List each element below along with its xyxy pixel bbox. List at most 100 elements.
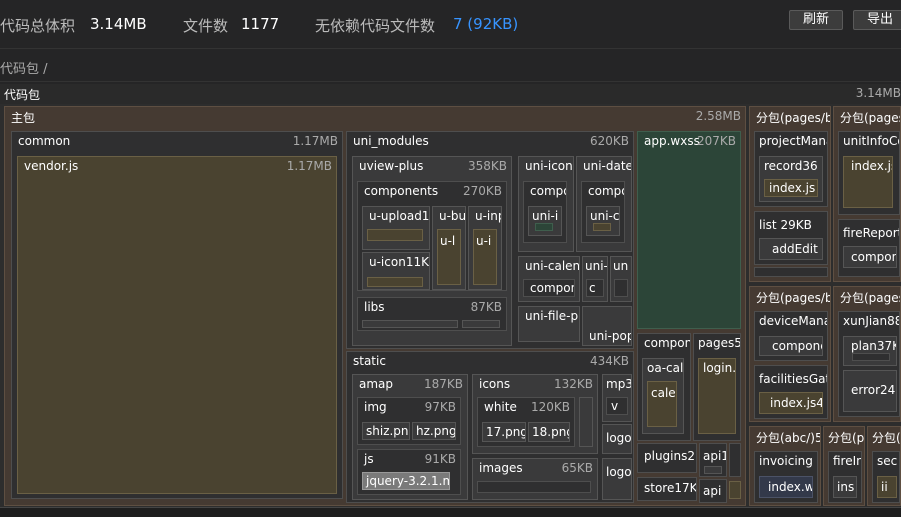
node-uview-plus[interactable]: uview-plus 358KB components 270KB u-uplo… bbox=[352, 156, 512, 346]
node-uni-sm2-child[interactable] bbox=[614, 279, 628, 297]
node-uni-icons-compo[interactable]: compo uni-i bbox=[523, 181, 567, 243]
node-white[interactable]: white 120KB 17.png 18.png bbox=[477, 397, 575, 447]
node-u-i[interactable]: u-i bbox=[473, 229, 497, 285]
node-fire-in-ins[interactable]: ins bbox=[833, 476, 857, 498]
node-uni-sm1[interactable]: uni- c bbox=[582, 256, 608, 302]
node-libs-child2[interactable] bbox=[462, 320, 500, 328]
node-libs-child1[interactable] bbox=[362, 320, 458, 328]
node-api-1[interactable]: api1 bbox=[699, 443, 727, 477]
node-uni-icons-i[interactable]: uni-i bbox=[528, 206, 562, 236]
node-subpackage-6[interactable]: 分包(pa fireIn ins bbox=[823, 426, 865, 506]
node-fire-in[interactable]: fireIn ins bbox=[828, 451, 862, 503]
node-device-mana-compone[interactable]: compone bbox=[759, 336, 823, 356]
node-uni-icons[interactable]: uni-icons compo uni-i bbox=[518, 156, 574, 252]
node-app-wxss[interactable]: app.wxss 207KB bbox=[637, 131, 741, 329]
node-subpackage-3[interactable]: 分包(pages/bu deviceMana compone facilitie… bbox=[749, 286, 831, 422]
node-project-mana[interactable]: projectMana record36 index.js bbox=[754, 131, 828, 207]
node-uni-pop[interactable]: uni-pop bbox=[582, 306, 632, 346]
node-pages[interactable]: pages55 login. bbox=[693, 333, 741, 441]
node-icons[interactable]: icons 132KB white 120KB 17.png 18.png bbox=[472, 374, 598, 454]
node-subpackage-5[interactable]: 分包(abc/)5 invoicing index.w bbox=[749, 426, 821, 506]
node-record-index[interactable]: index.js bbox=[764, 179, 818, 197]
node-u-icon-child[interactable] bbox=[367, 277, 423, 287]
refresh-button[interactable]: 刷新 bbox=[789, 10, 843, 30]
node-unit-info-index[interactable]: index.js bbox=[843, 156, 893, 208]
node-sec[interactable]: sec ii bbox=[872, 451, 900, 503]
node-unit-info[interactable]: unitInfoCo index.js bbox=[838, 131, 900, 215]
node-api-1-child[interactable] bbox=[704, 466, 722, 474]
node-u-l[interactable]: u-l bbox=[437, 229, 461, 285]
node-uni-datet-compo[interactable]: compo uni-c bbox=[581, 181, 625, 243]
node-main-package[interactable]: 主包 2.58MB common 1.17MB vendor.js 1.17MB… bbox=[4, 106, 746, 506]
node-uni-datet-leaf[interactable] bbox=[593, 223, 611, 231]
node-store[interactable]: store17KB bbox=[637, 477, 697, 501]
node-components[interactable]: components 270KB u-upload13 u-bu u-l u-i… bbox=[357, 181, 507, 291]
node-icons-small[interactable] bbox=[579, 397, 593, 447]
node-facilities-index[interactable]: index.js49 bbox=[759, 392, 823, 414]
node-uni-datet[interactable]: uni-datet compo uni-c bbox=[576, 156, 632, 252]
node-logo-2[interactable]: logo bbox=[602, 458, 632, 500]
node-list[interactable]: list 29KB addEdit bbox=[754, 211, 828, 265]
node-login[interactable]: login. bbox=[698, 358, 736, 434]
node-subpackage-2[interactable]: 分包(pages/ unitInfoCo index.js fireReport… bbox=[833, 106, 901, 282]
node-uni-file-picker[interactable]: uni-file-pic bbox=[518, 306, 580, 342]
node-xun-jian[interactable]: xunJian88 plan37K error24 bbox=[838, 311, 900, 417]
node-amap[interactable]: amap 187KB img 97KB shiz.pnc hz.png js 9… bbox=[352, 374, 468, 500]
node-facilities[interactable]: facilitiesGat index.js49 bbox=[754, 365, 828, 419]
node-u-bu[interactable]: u-bu u-l bbox=[432, 206, 466, 290]
node-u-upload-child[interactable] bbox=[367, 229, 423, 241]
node-fire-report[interactable]: fireReport compon bbox=[838, 219, 900, 277]
node-uni-icons-leaf[interactable] bbox=[535, 223, 553, 231]
node-error[interactable]: error24 bbox=[843, 370, 897, 412]
node-plan-child[interactable] bbox=[852, 353, 890, 361]
node-fire-report-compon[interactable]: compon bbox=[843, 246, 897, 268]
node-mp3-v[interactable]: v bbox=[606, 397, 628, 415]
node-subpackage-4[interactable]: 分包(pages/ xunJian88 plan37K error24 bbox=[833, 286, 901, 422]
export-button[interactable]: 导出 bbox=[853, 10, 901, 30]
node-uni-calend-compo[interactable]: compon bbox=[523, 279, 575, 297]
node-uni-sm2[interactable]: un bbox=[610, 256, 632, 302]
node-jquery[interactable]: jquery-3.2.1.mi bbox=[362, 472, 450, 490]
node-logo-1[interactable]: logo bbox=[602, 424, 632, 454]
node-record[interactable]: record36 index.js bbox=[759, 156, 823, 202]
node-uni-sm1-c[interactable]: c bbox=[586, 279, 604, 297]
node-subpackage-7[interactable]: 分包( sec ii bbox=[867, 426, 901, 506]
node-compone[interactable]: compone oa-cale caler bbox=[637, 333, 691, 441]
node-plugins[interactable]: plugins21 bbox=[637, 443, 697, 473]
node-invoicing[interactable]: invoicing index.w bbox=[754, 451, 818, 503]
node-images-child[interactable] bbox=[477, 481, 591, 493]
node-js[interactable]: js 91KB jquery-3.2.1.mi bbox=[357, 449, 461, 495]
node-caler[interactable]: caler bbox=[647, 381, 677, 427]
node-img[interactable]: img 97KB shiz.pnc hz.png bbox=[357, 397, 461, 445]
node-api-small[interactable] bbox=[729, 443, 741, 477]
node-uni-calend[interactable]: uni-calend compon bbox=[518, 256, 580, 302]
node-18-png[interactable]: 18.png bbox=[528, 422, 570, 442]
node-device-mana[interactable]: deviceMana compone bbox=[754, 311, 828, 361]
node-vendor-js[interactable]: vendor.js 1.17MB bbox=[17, 156, 337, 494]
node-images[interactable]: images 65KB bbox=[472, 458, 598, 500]
node-subpackage-1[interactable]: 分包(pages/bu projectMana record36 index.j… bbox=[749, 106, 831, 282]
node-u-inp[interactable]: u-inp u-i bbox=[468, 206, 502, 290]
node-u-upload[interactable]: u-upload13 bbox=[362, 206, 430, 250]
node-mp3[interactable]: mp3 v bbox=[602, 374, 632, 422]
node-api-leaf[interactable] bbox=[729, 481, 741, 499]
node-u-icon[interactable]: u-icon11KB bbox=[362, 252, 430, 290]
node-api-2[interactable]: api bbox=[699, 479, 727, 503]
breadcrumb[interactable]: 代码包 / bbox=[0, 58, 48, 77]
node-uni-modules[interactable]: uni_modules 620KB uview-plus 358KB compo… bbox=[346, 131, 634, 349]
node-common[interactable]: common 1.17MB vendor.js 1.17MB bbox=[11, 131, 343, 499]
node-add-edit[interactable]: addEdit bbox=[759, 238, 823, 260]
node-sub1-small[interactable] bbox=[754, 267, 828, 277]
node-uni-datet-i[interactable]: uni-c bbox=[586, 206, 620, 236]
root-node[interactable]: 代码包 3.14MB bbox=[0, 84, 901, 104]
node-plan[interactable]: plan37K bbox=[843, 336, 897, 366]
node-hz-png[interactable]: hz.png bbox=[412, 422, 456, 440]
node-static[interactable]: static 434KB amap 187KB img 97KB shiz.pn… bbox=[346, 351, 634, 503]
node-shiz-png[interactable]: shiz.pnc bbox=[362, 422, 410, 440]
node-oa-cale[interactable]: oa-cale caler bbox=[642, 358, 684, 434]
node-17-png[interactable]: 17.png bbox=[482, 422, 526, 442]
node-sec-child[interactable]: ii bbox=[877, 476, 897, 498]
node-invoicing-index[interactable]: index.w bbox=[759, 476, 813, 498]
node-libs[interactable]: libs 87KB bbox=[357, 297, 507, 331]
no-deps-link[interactable]: 7 (92KB) bbox=[453, 15, 518, 33]
